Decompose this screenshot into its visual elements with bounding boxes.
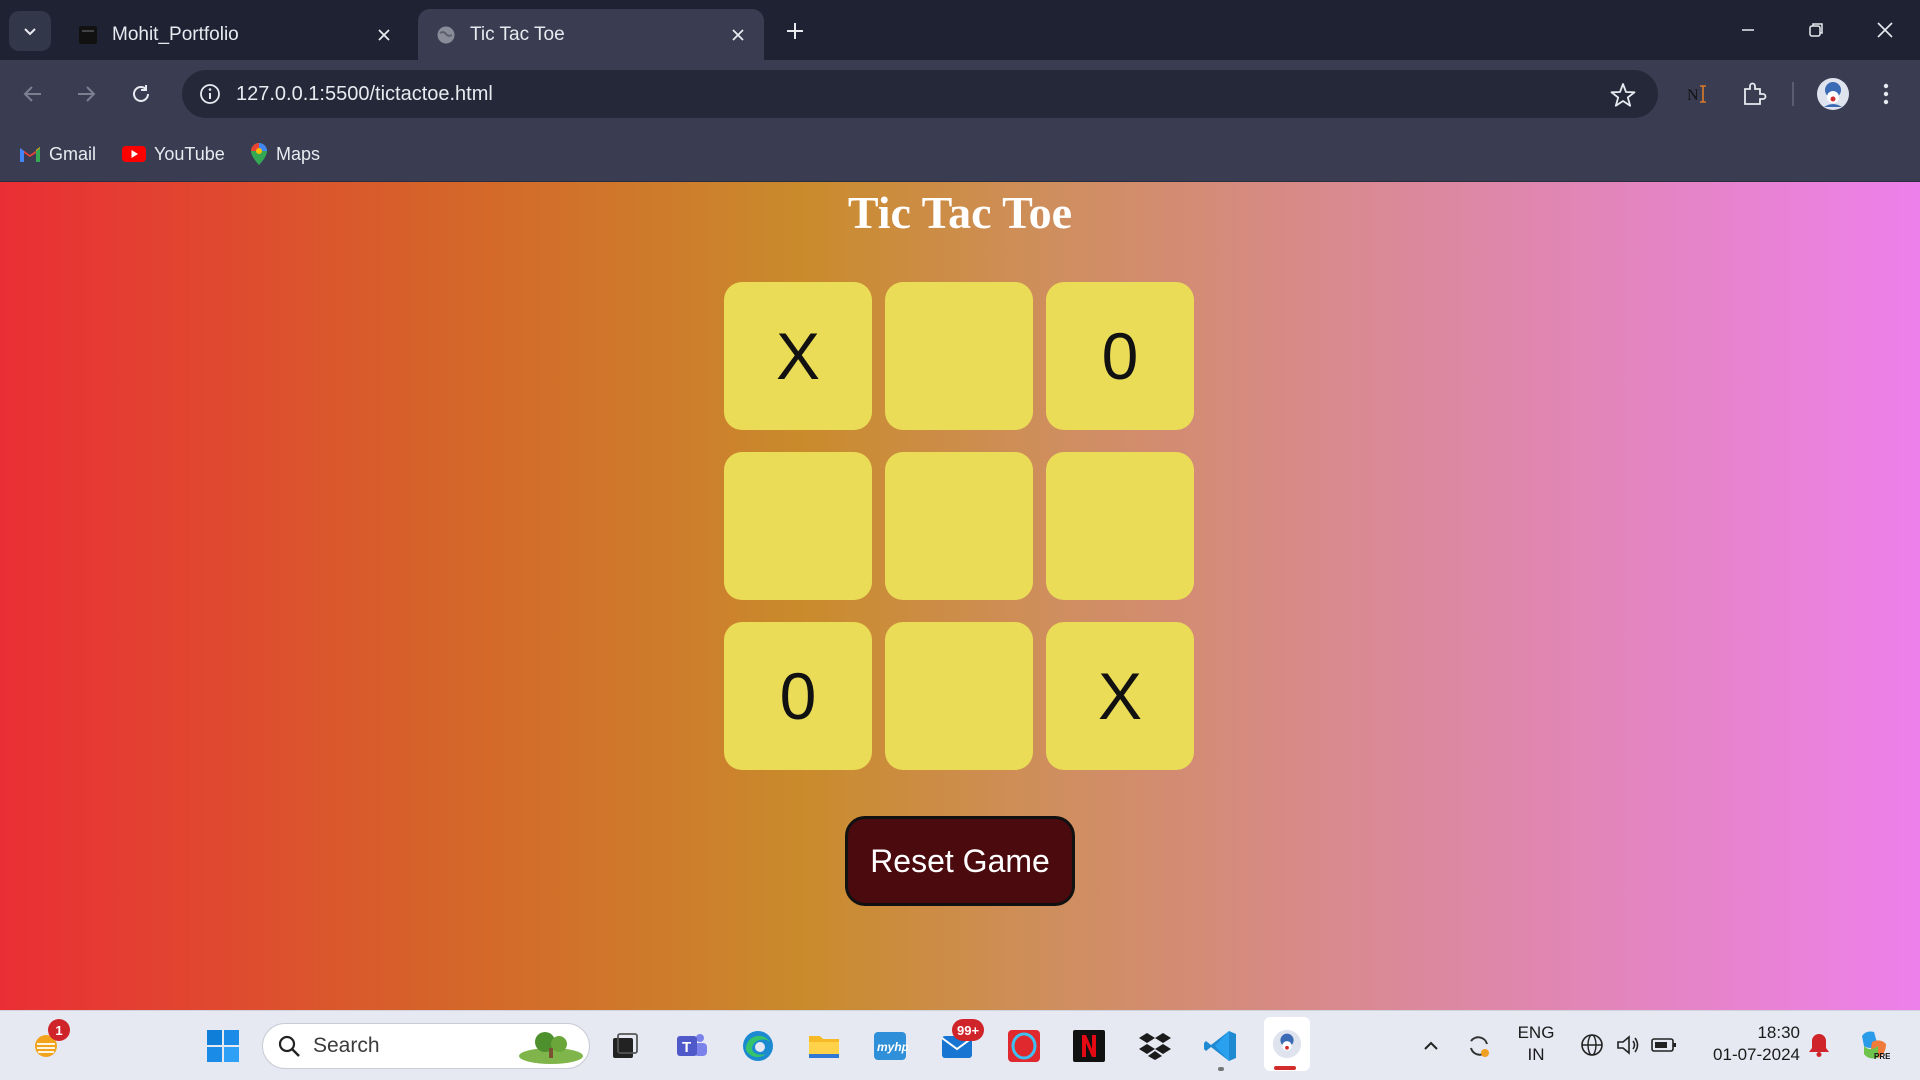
restore-icon [1809, 23, 1823, 37]
taskbar-search[interactable]: Search [262, 1023, 590, 1069]
board-cell[interactable] [724, 452, 872, 600]
minimize-icon [1742, 29, 1754, 31]
search-icon [278, 1035, 300, 1057]
bookmark-label: YouTube [154, 143, 225, 164]
svg-text:N: N [1687, 87, 1699, 104]
clock-date: 01-07-2024 [1713, 1045, 1800, 1064]
globe-icon [436, 25, 456, 45]
myhp-icon[interactable]: myhp [869, 1025, 911, 1067]
toolbar-divider [1792, 82, 1794, 106]
vscode-icon[interactable] [1200, 1025, 1242, 1067]
forward-button[interactable] [68, 76, 104, 112]
site-info-icon[interactable] [196, 80, 224, 108]
windows-logo-icon [207, 1030, 239, 1062]
maps-icon [250, 142, 268, 166]
close-icon [1877, 22, 1893, 38]
svg-text:myhp: myhp [877, 1040, 908, 1054]
close-window-button[interactable] [1862, 12, 1908, 48]
opera-icon[interactable] [1003, 1025, 1045, 1067]
copilot-icon[interactable]: PRE [1852, 1024, 1894, 1066]
edge-browser-icon[interactable] [737, 1025, 779, 1067]
page-title: Tic Tac Toe [847, 187, 1073, 238]
browser-menu-button[interactable] [1870, 78, 1902, 110]
more-vertical-icon [1883, 83, 1889, 105]
widgets-weather-icon[interactable]: 1 [26, 1019, 70, 1067]
tab-mohit-portfolio[interactable]: Mohit_Portfolio [60, 9, 410, 60]
search-highlight-icon [519, 1032, 583, 1064]
url-text: 127.0.0.1:5500/tictactoe.html [236, 82, 493, 105]
board-cell[interactable] [885, 622, 1033, 770]
portfolio-favicon-icon [78, 25, 98, 45]
avatar-icon [1817, 78, 1849, 110]
bookmark-star-icon[interactable] [1610, 82, 1636, 108]
clock-time: 18:30 [1757, 1023, 1800, 1042]
tab-close-icon[interactable] [726, 23, 750, 47]
dropbox-icon[interactable] [1134, 1025, 1176, 1067]
task-view-icon[interactable] [604, 1025, 646, 1067]
board-cell[interactable]: X [724, 282, 872, 430]
chevron-down-icon [24, 28, 36, 36]
bookmark-label: Maps [276, 143, 321, 164]
netflix-icon[interactable] [1068, 1025, 1110, 1067]
sync-icon[interactable] [1458, 1025, 1500, 1067]
tab-close-icon[interactable] [372, 23, 396, 47]
tab-search-button[interactable] [9, 11, 51, 51]
reload-icon [133, 85, 149, 102]
profile-avatar[interactable] [1815, 76, 1851, 112]
board-cell[interactable]: X [1046, 622, 1194, 770]
board-cell[interactable]: 0 [724, 622, 872, 770]
show-hidden-icons-chevron-up-icon[interactable] [1410, 1025, 1452, 1067]
browser-tab-strip: Mohit_Portfolio Tic Tac Toe [0, 0, 1920, 60]
bookmark-youtube[interactable]: YouTube [122, 140, 225, 168]
board-cell[interactable] [885, 282, 1033, 430]
plus-icon [787, 23, 803, 39]
region-code: IN [1527, 1045, 1545, 1064]
forward-arrow-icon [78, 86, 96, 102]
page-content: Tic Tac Toe X 0 0 X Reset Game [0, 182, 1920, 1010]
reset-game-button[interactable]: Reset Game [845, 816, 1075, 906]
clock[interactable]: 18:30 01-07-2024 [1690, 1022, 1800, 1066]
active-app-indicator [1274, 1066, 1296, 1070]
tab-tic-tac-toe[interactable]: Tic Tac Toe [418, 9, 764, 60]
board-cell[interactable]: 0 [1046, 282, 1194, 430]
tab-title: Tic Tac Toe [470, 23, 565, 45]
search-placeholder: Search [313, 1034, 380, 1057]
notification-badge: 1 [48, 1019, 70, 1041]
running-app-indicator [1218, 1067, 1224, 1071]
address-bar[interactable]: 127.0.0.1:5500/tictactoe.html [182, 70, 1658, 118]
bookmark-gmail[interactable]: Gmail [19, 140, 96, 168]
game-board: X 0 0 X [724, 282, 1196, 770]
bookmarks-bar: Gmail YouTube Maps [0, 128, 1920, 182]
reload-button[interactable] [123, 76, 159, 112]
language-indicator[interactable]: ENG IN [1508, 1022, 1564, 1066]
battery-icon[interactable] [1643, 1024, 1685, 1066]
start-button[interactable] [202, 1025, 244, 1067]
extension-ni-icon[interactable]: N [1682, 78, 1714, 110]
board-cell[interactable] [885, 452, 1033, 600]
bookmark-maps[interactable]: Maps [250, 140, 320, 168]
browser-toolbar: 127.0.0.1:5500/tictactoe.html N [0, 60, 1920, 128]
bookmark-label: Gmail [49, 143, 97, 164]
extensions-puzzle-icon[interactable] [1738, 78, 1770, 110]
teams-icon[interactable]: T [671, 1025, 713, 1067]
new-tab-button[interactable] [780, 16, 810, 46]
minimize-button[interactable] [1725, 12, 1771, 48]
chrome-taskbar-icon[interactable] [1264, 1017, 1310, 1071]
notification-bell-icon[interactable] [1798, 1024, 1840, 1066]
youtube-icon [122, 145, 146, 163]
restore-button[interactable] [1793, 12, 1839, 48]
file-explorer-icon[interactable] [803, 1025, 845, 1067]
language-code: ENG [1517, 1023, 1555, 1042]
svg-text:T: T [682, 1039, 691, 1056]
back-arrow-icon [23, 86, 41, 102]
back-button[interactable] [15, 76, 51, 112]
svg-text:PRE: PRE [1874, 1052, 1890, 1061]
mail-icon[interactable]: 99+ [936, 1019, 985, 1067]
gmail-icon [19, 145, 41, 163]
mail-badge: 99+ [952, 1019, 985, 1041]
board-cell[interactable] [1046, 452, 1194, 600]
tab-title: Mohit_Portfolio [112, 23, 239, 45]
